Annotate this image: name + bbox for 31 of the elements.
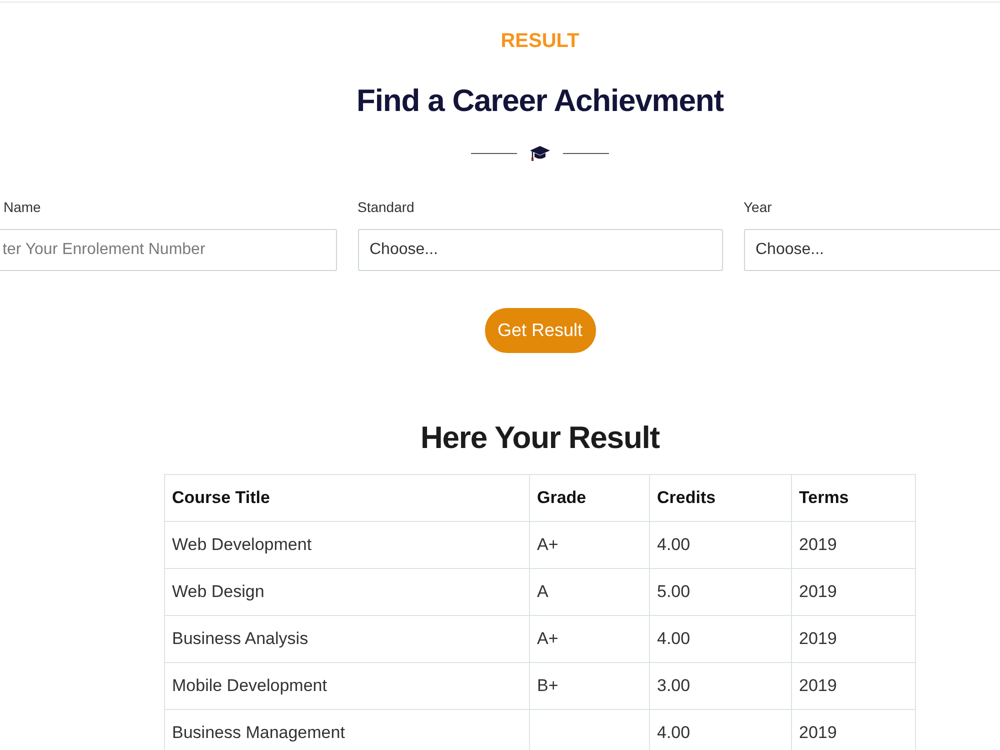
text-input-field[interactable]: ter Your Enrolement Number xyxy=(0,229,336,271)
page-title: Find a Career Achievment xyxy=(356,82,724,120)
column-header: Credits xyxy=(650,474,792,522)
table-cell: 5.00 xyxy=(650,568,792,616)
table-cell: Business Management xyxy=(164,710,530,750)
table-cell: Web Development xyxy=(164,522,530,568)
table-cell: 4.00 xyxy=(650,522,792,568)
column-header: Grade xyxy=(530,474,650,522)
table-cell: Mobile Development xyxy=(164,662,530,710)
column-header: Terms xyxy=(792,474,916,522)
graduation-cap-icon xyxy=(530,145,550,161)
table-cell: A+ xyxy=(530,616,650,662)
table-cell: 2019 xyxy=(792,662,916,710)
field-label: Standard xyxy=(358,198,414,217)
table-cell: A xyxy=(530,568,650,616)
table-cell: 2019 xyxy=(792,568,916,616)
field-label: Name xyxy=(4,198,41,217)
table-cell: Web Design xyxy=(164,568,530,616)
select-field[interactable]: Choose... xyxy=(358,229,722,271)
table-cell: A+ xyxy=(530,522,650,568)
table-cell: B+ xyxy=(530,662,650,710)
table-cell: 2019 xyxy=(792,522,916,568)
section-label: RESULT xyxy=(500,29,580,53)
column-header: Course Title xyxy=(164,474,530,522)
table-cell: Business Analysis xyxy=(164,616,530,662)
field-label: Year xyxy=(744,198,772,217)
select-field[interactable]: Choose... xyxy=(744,229,1000,271)
result-heading: Here Your Result xyxy=(420,419,660,457)
table-cell: 3.00 xyxy=(650,662,792,710)
table-cell: 2019 xyxy=(792,616,916,662)
table-cell: 4.00 xyxy=(650,616,792,662)
